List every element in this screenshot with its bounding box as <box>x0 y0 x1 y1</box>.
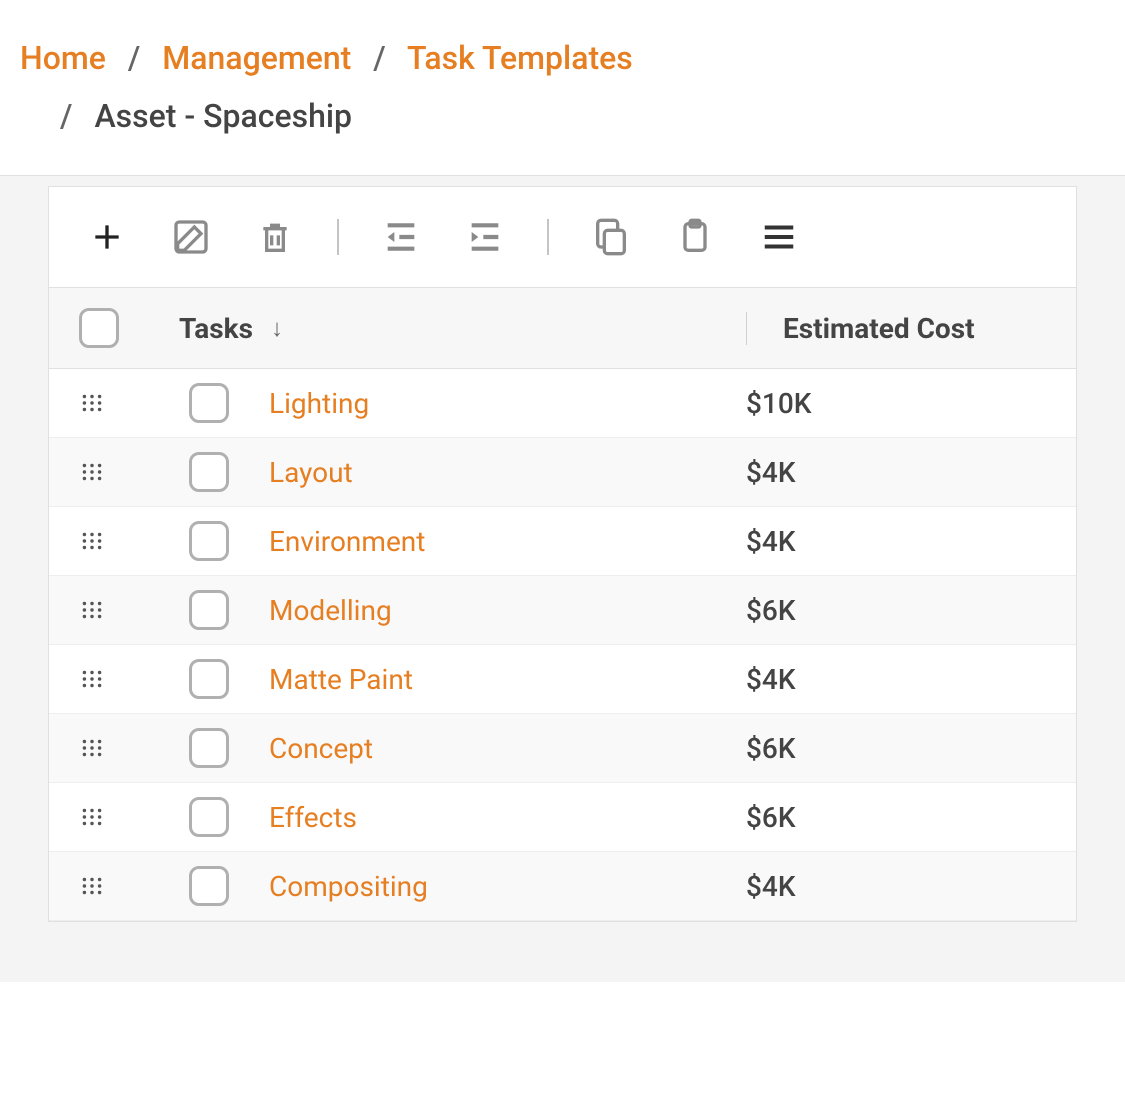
row-checkbox[interactable] <box>189 659 229 699</box>
drag-handle[interactable] <box>79 528 189 554</box>
drag-handle-icon <box>79 804 105 830</box>
task-panel: Tasks ↓ Estimated Cost Lighting $10K Lay… <box>48 186 1077 922</box>
table-row: Layout $4K <box>49 438 1076 507</box>
task-name[interactable]: Concept <box>259 732 746 765</box>
task-name[interactable]: Modelling <box>259 594 746 627</box>
breadcrumb-separator: / <box>373 39 385 77</box>
add-button[interactable] <box>85 215 129 259</box>
drag-handle[interactable] <box>79 804 189 830</box>
pencil-icon <box>171 217 211 257</box>
row-checkbox[interactable] <box>189 590 229 630</box>
breadcrumb-home[interactable]: Home <box>20 39 106 77</box>
breadcrumb-task-templates[interactable]: Task Templates <box>407 39 633 77</box>
task-name[interactable]: Matte Paint <box>259 663 746 696</box>
column-tasks-label: Tasks <box>179 312 253 345</box>
copy-icon <box>591 217 631 257</box>
breadcrumb-management[interactable]: Management <box>162 39 351 77</box>
row-checkbox[interactable] <box>189 728 229 768</box>
row-checkbox[interactable] <box>189 866 229 906</box>
drag-handle[interactable] <box>79 666 189 692</box>
row-checkbox[interactable] <box>189 452 229 492</box>
task-name[interactable]: Layout <box>259 456 746 489</box>
table-header: Tasks ↓ Estimated Cost <box>49 288 1076 369</box>
toolbar <box>49 187 1076 288</box>
paste-icon <box>675 217 715 257</box>
copy-button[interactable] <box>589 215 633 259</box>
outdent-button[interactable] <box>379 215 423 259</box>
menu-button[interactable] <box>757 215 801 259</box>
column-cost-label: Estimated Cost <box>783 312 975 345</box>
breadcrumb-current: Asset - Spaceship <box>94 97 352 135</box>
table-row: Effects $6K <box>49 783 1076 852</box>
drag-handle-icon <box>79 666 105 692</box>
menu-icon <box>760 218 798 256</box>
breadcrumb-separator: / <box>60 97 72 135</box>
task-cost: $10K <box>746 387 1046 420</box>
drag-handle[interactable] <box>79 873 189 899</box>
table-row: Matte Paint $4K <box>49 645 1076 714</box>
sort-arrow-icon: ↓ <box>271 314 283 343</box>
table-row: Concept $6K <box>49 714 1076 783</box>
drag-handle-icon <box>79 735 105 761</box>
column-cost[interactable]: Estimated Cost <box>746 312 1046 345</box>
breadcrumb-separator: / <box>128 39 140 77</box>
drag-handle[interactable] <box>79 597 189 623</box>
content-area: Tasks ↓ Estimated Cost Lighting $10K Lay… <box>0 175 1125 982</box>
task-cost: $6K <box>746 732 1046 765</box>
task-cost: $6K <box>746 801 1046 834</box>
drag-handle-icon <box>79 528 105 554</box>
trash-icon <box>255 217 295 257</box>
table-row: Lighting $10K <box>49 369 1076 438</box>
task-cost: $4K <box>746 525 1046 558</box>
task-name[interactable]: Environment <box>259 525 746 558</box>
select-all-checkbox[interactable] <box>79 308 119 348</box>
drag-handle[interactable] <box>79 390 189 416</box>
task-cost: $4K <box>746 870 1046 903</box>
task-cost: $4K <box>746 663 1046 696</box>
task-name[interactable]: Lighting <box>259 387 746 420</box>
row-checkbox[interactable] <box>189 797 229 837</box>
row-checkbox[interactable] <box>189 521 229 561</box>
row-checkbox[interactable] <box>189 383 229 423</box>
task-name[interactable]: Compositing <box>259 870 746 903</box>
table-body: Lighting $10K Layout $4K Environment $4K… <box>49 369 1076 921</box>
paste-button[interactable] <box>673 215 717 259</box>
indent-button[interactable] <box>463 215 507 259</box>
column-tasks[interactable]: Tasks ↓ <box>179 312 746 345</box>
drag-handle[interactable] <box>79 459 189 485</box>
breadcrumb: Home / Management / Task Templates / Ass… <box>0 0 1125 175</box>
task-name[interactable]: Effects <box>259 801 746 834</box>
drag-handle-icon <box>79 597 105 623</box>
task-cost: $6K <box>746 594 1046 627</box>
drag-handle-icon <box>79 390 105 416</box>
table-row: Environment $4K <box>49 507 1076 576</box>
toolbar-divider <box>337 219 339 255</box>
toolbar-divider <box>547 219 549 255</box>
drag-handle-icon <box>79 873 105 899</box>
plus-icon <box>87 217 127 257</box>
delete-button[interactable] <box>253 215 297 259</box>
drag-handle[interactable] <box>79 735 189 761</box>
table-row: Modelling $6K <box>49 576 1076 645</box>
drag-handle-icon <box>79 459 105 485</box>
outdent-icon <box>381 217 421 257</box>
table-row: Compositing $4K <box>49 852 1076 921</box>
task-cost: $4K <box>746 456 1046 489</box>
edit-button[interactable] <box>169 215 213 259</box>
indent-icon <box>465 217 505 257</box>
